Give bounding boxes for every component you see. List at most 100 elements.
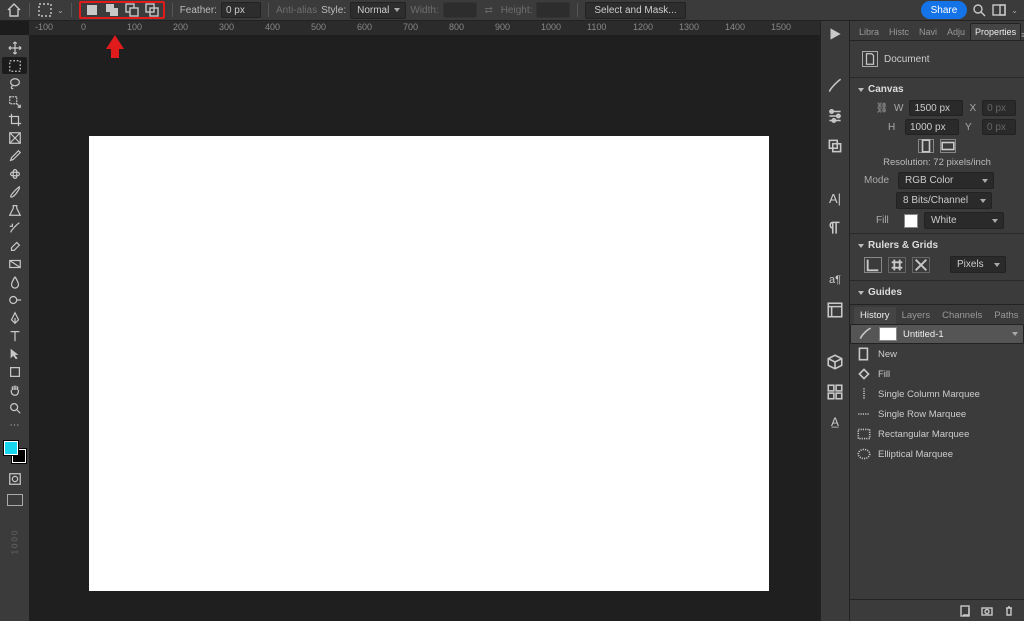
tab-navigator[interactable]: Navi (914, 23, 942, 40)
landscape-icon[interactable] (940, 139, 956, 153)
object-select-tool[interactable] (2, 93, 27, 110)
canvas-section-head[interactable]: Canvas (858, 82, 1016, 97)
zoom-tool[interactable] (2, 399, 27, 416)
bit-depth-select[interactable]: 8 Bits/Channel (896, 192, 992, 209)
path-select-tool[interactable] (2, 345, 27, 362)
tab-libraries[interactable]: Libra (854, 23, 884, 40)
mask-mode-icon[interactable] (2, 470, 27, 487)
document-canvas[interactable] (89, 136, 769, 591)
share-button[interactable]: Share (921, 1, 968, 19)
canvas-height-input[interactable] (905, 119, 959, 135)
document-row: Document (858, 47, 1016, 71)
tab-paths[interactable]: Paths (988, 307, 1024, 324)
hand-tool[interactable] (2, 381, 27, 398)
crop-tool[interactable] (2, 111, 27, 128)
3d-panel-icon[interactable] (826, 353, 844, 371)
grid-icon[interactable] (888, 257, 906, 273)
ruler-units-select[interactable]: Pixels (950, 256, 1006, 273)
canvas-area[interactable] (29, 35, 820, 621)
style-select[interactable]: Normal (350, 2, 406, 19)
typography-panel-icon[interactable]: A̲ (826, 413, 844, 431)
history-item-label: Single Row Marquee (878, 409, 966, 420)
vertical-info-text: 1000 (10, 529, 19, 555)
shape-tool[interactable] (2, 363, 27, 380)
search-icon[interactable] (971, 2, 987, 18)
brushes-panel-icon[interactable] (826, 77, 844, 95)
active-tool-marquee-icon[interactable] (37, 2, 53, 18)
lasso-tool[interactable] (2, 75, 27, 92)
marquee-tool[interactable] (2, 57, 27, 74)
tab-channels[interactable]: Channels (936, 307, 988, 324)
blur-tool[interactable] (2, 273, 27, 290)
frame-tool[interactable] (2, 129, 27, 146)
history-item[interactable]: New (850, 344, 1024, 364)
history-item[interactable]: Rectangular Marquee (850, 424, 1024, 444)
new-doc-from-state-icon[interactable] (958, 604, 972, 618)
foreground-swatch[interactable] (4, 441, 18, 455)
play-icon[interactable] (826, 25, 844, 43)
more-tools-icon[interactable]: ⋯ (2, 417, 27, 434)
paragraph-panel-icon[interactable] (826, 219, 844, 237)
history-brush-tool[interactable] (2, 219, 27, 236)
link-dims-icon[interactable]: ⛓ (876, 100, 888, 116)
delete-state-icon[interactable] (1002, 604, 1016, 618)
y-label: Y (965, 122, 976, 133)
history-footer (850, 599, 1024, 621)
docked-panels: Libra Histc Navi Adju Properties ≡ Docum… (849, 21, 1024, 621)
heal-tool[interactable] (2, 165, 27, 182)
color-swatches[interactable] (4, 441, 26, 463)
tool-preset-chevron-icon[interactable]: ⌄ (57, 6, 64, 15)
canvas-width-input[interactable] (909, 100, 963, 116)
clone-panel-icon[interactable] (826, 137, 844, 155)
selection-intersect-icon[interactable] (144, 2, 160, 18)
color-mode-select[interactable]: RGB Color (898, 172, 994, 189)
tab-adjustments[interactable]: Adju (942, 23, 970, 40)
snapshot-icon[interactable] (980, 604, 994, 618)
fill-swatch[interactable] (904, 214, 918, 228)
history-item[interactable]: Single Row Marquee (850, 404, 1024, 424)
clone-tool[interactable] (2, 201, 27, 218)
history-brush-source-icon[interactable] (857, 327, 873, 341)
select-and-mask-button[interactable]: Select and Mask... (585, 2, 685, 19)
history-item[interactable]: Elliptical Marquee (850, 444, 1024, 464)
guides-section-head[interactable]: Guides (858, 285, 1016, 300)
move-tool[interactable] (2, 39, 27, 56)
selection-subtract-icon[interactable] (124, 2, 140, 18)
brush-tool[interactable] (2, 183, 27, 200)
workspace-chevron-icon[interactable]: ⌄ (1011, 6, 1018, 15)
selection-new-icon[interactable] (84, 2, 100, 18)
history-item[interactable]: Fill (850, 364, 1024, 384)
glyphs-panel-icon[interactable]: a¶ (826, 271, 844, 289)
gradient-tool[interactable] (2, 255, 27, 272)
fill-state-icon (856, 367, 872, 381)
eraser-tool[interactable] (2, 237, 27, 254)
swap-dim-icon: ⇄ (481, 2, 497, 18)
fill-select[interactable]: White (924, 212, 1004, 229)
styles-panel-icon[interactable] (826, 301, 844, 319)
guide-icon[interactable] (912, 257, 930, 273)
rulers-icon[interactable] (864, 257, 882, 273)
selection-add-icon[interactable] (104, 2, 120, 18)
swatches-panel-icon[interactable] (826, 383, 844, 401)
resolution-text: Resolution: 72 pixels/inch (858, 157, 1016, 168)
h-label: H (888, 122, 899, 133)
workspace-icon[interactable] (991, 2, 1007, 18)
portrait-icon[interactable] (918, 139, 934, 153)
home-icon[interactable] (6, 2, 22, 18)
pen-tool[interactable] (2, 309, 27, 326)
character-panel-icon[interactable]: A| (826, 189, 844, 207)
right-pane: A| a¶ A̲ Libra Histc Navi Adju Propertie… (820, 21, 1024, 621)
tab-layers[interactable]: Layers (896, 307, 937, 324)
tab-properties[interactable]: Properties (970, 23, 1021, 40)
rulers-section-head[interactable]: Rulers & Grids (858, 238, 1016, 253)
tab-histogram[interactable]: Histc (884, 23, 914, 40)
eyedropper-tool[interactable] (2, 147, 27, 164)
history-item[interactable]: Single Column Marquee (850, 384, 1024, 404)
feather-input[interactable] (221, 2, 261, 18)
screen-mode-icon[interactable] (7, 494, 23, 506)
tab-history[interactable]: History (854, 307, 896, 324)
adjustments-panel-icon[interactable] (826, 107, 844, 125)
history-snapshot[interactable]: Untitled-1 (850, 324, 1024, 344)
dodge-tool[interactable] (2, 291, 27, 308)
type-tool[interactable] (2, 327, 27, 344)
